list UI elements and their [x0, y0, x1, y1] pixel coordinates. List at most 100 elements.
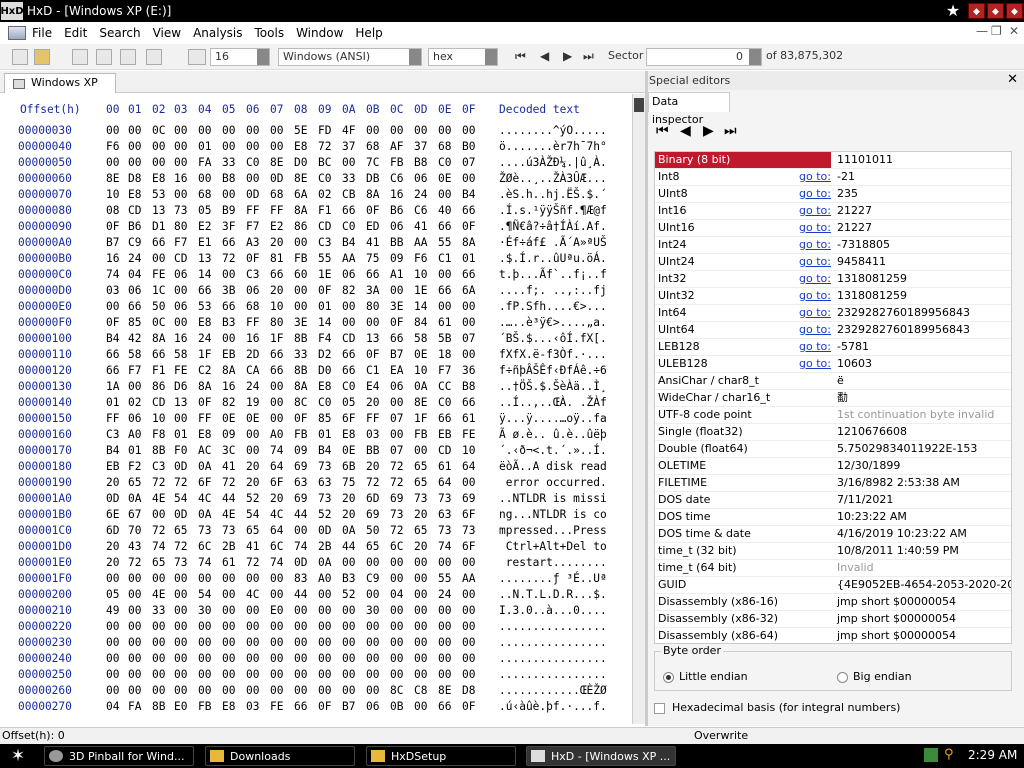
hex-byte[interactable]: 73 [414, 492, 432, 505]
hex-byte[interactable]: 64 [270, 460, 288, 473]
hex-byte[interactable]: 00 [438, 668, 456, 681]
hex-byte[interactable]: 00 [462, 556, 480, 569]
decoded-text[interactable]: error occurred. [499, 476, 607, 489]
hex-byte[interactable]: 8A [198, 380, 216, 393]
mdi-close-button[interactable]: ✕ [1009, 24, 1019, 38]
hex-byte[interactable]: 6D [366, 492, 384, 505]
hex-byte[interactable]: B4 [106, 444, 124, 457]
hex-byte[interactable]: 00 [246, 684, 264, 697]
hex-byte[interactable]: 74 [438, 540, 456, 553]
hex-row[interactable]: 000000F0 0F 85 0C 00 E8 B3 FF 80 3E 14 00 00 0F 84 61 00… [0, 316, 632, 332]
inspector-row[interactable]: UInt64 go to: 2329282760189956843 [655, 322, 1011, 339]
hex-byte[interactable]: 73 [174, 204, 192, 217]
inspector-row[interactable]: UTF-8 code point 1st continuation byte in… [655, 407, 1011, 424]
hex-byte[interactable]: A1 [390, 268, 408, 281]
hex-byte[interactable]: 8B [294, 332, 312, 345]
goto-link[interactable]: go to: [799, 271, 831, 287]
hex-byte[interactable]: 8A [222, 364, 240, 377]
hex-byte[interactable]: 68 [198, 188, 216, 201]
hex-byte[interactable]: 13 [152, 204, 170, 217]
hex-byte[interactable]: 60 [294, 268, 312, 281]
hex-byte[interactable]: AA [462, 572, 480, 585]
decoded-text[interactable]: ............ŒÈŽØ [499, 684, 607, 697]
menu-view[interactable]: View [147, 26, 187, 40]
hex-byte[interactable]: B6 [390, 204, 408, 217]
hex-byte[interactable]: 20 [106, 556, 124, 569]
goto-link[interactable]: go to: [799, 186, 831, 202]
hex-byte[interactable]: 04 [128, 268, 146, 281]
hex-byte[interactable]: C0 [318, 396, 336, 409]
hex-byte[interactable]: 61 [438, 460, 456, 473]
hex-byte[interactable]: 8E [270, 156, 288, 169]
hex-byte[interactable]: 16 [174, 172, 192, 185]
hex-byte[interactable]: FF [366, 412, 384, 425]
hex-byte[interactable]: B8 [462, 380, 480, 393]
hex-byte[interactable]: FF [198, 412, 216, 425]
hex-byte[interactable]: 44 [342, 540, 360, 553]
hex-byte[interactable]: 04 [390, 588, 408, 601]
hex-byte[interactable]: 3E [294, 316, 312, 329]
hex-byte[interactable]: 74 [270, 444, 288, 457]
hex-byte[interactable]: 10 [462, 444, 480, 457]
hex-byte[interactable]: FA [198, 156, 216, 169]
hex-byte[interactable]: 50 [152, 300, 170, 313]
hex-byte[interactable]: 00 [438, 620, 456, 633]
hex-byte[interactable]: 54 [174, 492, 192, 505]
hex-row[interactable]: 00000060 8E D8 E8 16 00 B8 00 0D 8E C0 33 DB C6 06 0E 00… [0, 172, 632, 188]
offset-base-select[interactable]: hex [428, 48, 498, 66]
hex-byte[interactable]: 54 [246, 508, 264, 521]
hex-byte[interactable]: 66 [342, 204, 360, 217]
hex-byte[interactable]: 01 [128, 444, 146, 457]
hex-byte[interactable]: 4E [152, 588, 170, 601]
hex-byte[interactable]: 20 [366, 396, 384, 409]
hex-byte[interactable]: 00 [366, 124, 384, 137]
hex-byte[interactable]: 4E [222, 508, 240, 521]
hex-byte[interactable]: F0 [174, 444, 192, 457]
hex-byte[interactable]: 41 [366, 236, 384, 249]
hex-byte[interactable]: 00 [366, 684, 384, 697]
hex-byte[interactable]: 16 [246, 332, 264, 345]
hex-byte[interactable]: 0A [414, 380, 432, 393]
hex-byte[interactable]: 00 [270, 652, 288, 665]
hex-byte[interactable]: 66 [438, 284, 456, 297]
hex-byte[interactable]: 0A [318, 556, 336, 569]
inspector-row[interactable]: AnsiChar / char8_t ë [655, 373, 1011, 390]
inspector-value[interactable]: 12/30/1899 [837, 458, 900, 474]
hex-byte[interactable]: 74 [198, 556, 216, 569]
hex-byte[interactable]: 00 [438, 556, 456, 569]
hex-byte[interactable]: 65 [366, 540, 384, 553]
hex-byte[interactable]: C9 [366, 572, 384, 585]
hex-byte[interactable]: 00 [198, 124, 216, 137]
search-icon[interactable]: ⚲ [944, 748, 958, 762]
hex-byte[interactable]: 13 [174, 396, 192, 409]
sector-spin-icon[interactable] [749, 49, 761, 65]
hex-byte[interactable]: 00 [342, 156, 360, 169]
hex-row[interactable]: 00000240 00 00 00 00 00 00 00 00 00 00 00 00 00 00 00 00… [0, 652, 632, 668]
hex-byte[interactable]: FB [198, 700, 216, 713]
decoded-text[interactable]: mpressed...Press [499, 524, 607, 537]
hex-byte[interactable]: 55 [318, 252, 336, 265]
hex-byte[interactable]: 0E [222, 412, 240, 425]
inspector-value[interactable]: 1318081259 [837, 271, 907, 287]
scroll-thumb[interactable] [634, 98, 644, 112]
hex-byte[interactable]: 20 [270, 236, 288, 249]
hex-byte[interactable]: 00 [222, 636, 240, 649]
hex-byte[interactable]: 3E [390, 300, 408, 313]
decoded-text[interactable]: .$.Í.r..ûUªu.öÁ. [499, 252, 607, 265]
hex-byte[interactable]: 1A [106, 380, 124, 393]
hex-byte[interactable]: 73 [438, 524, 456, 537]
hex-byte[interactable]: 33 [152, 604, 170, 617]
hex-byte[interactable]: 00 [462, 588, 480, 601]
hex-byte[interactable]: 00 [342, 636, 360, 649]
hex-byte[interactable]: D0 [294, 156, 312, 169]
hex-byte[interactable]: 00 [174, 668, 192, 681]
hex-byte[interactable]: 00 [152, 684, 170, 697]
hex-byte[interactable]: C6 [390, 172, 408, 185]
hex-byte[interactable]: 00 [390, 556, 408, 569]
print-icon[interactable] [120, 49, 136, 65]
hex-byte[interactable]: FE [462, 428, 480, 441]
hex-byte[interactable]: 07 [462, 332, 480, 345]
hex-byte[interactable]: 00 [270, 124, 288, 137]
hex-byte[interactable]: 00 [342, 300, 360, 313]
tab-windows-xp[interactable]: Windows XP (E:) [4, 73, 116, 107]
